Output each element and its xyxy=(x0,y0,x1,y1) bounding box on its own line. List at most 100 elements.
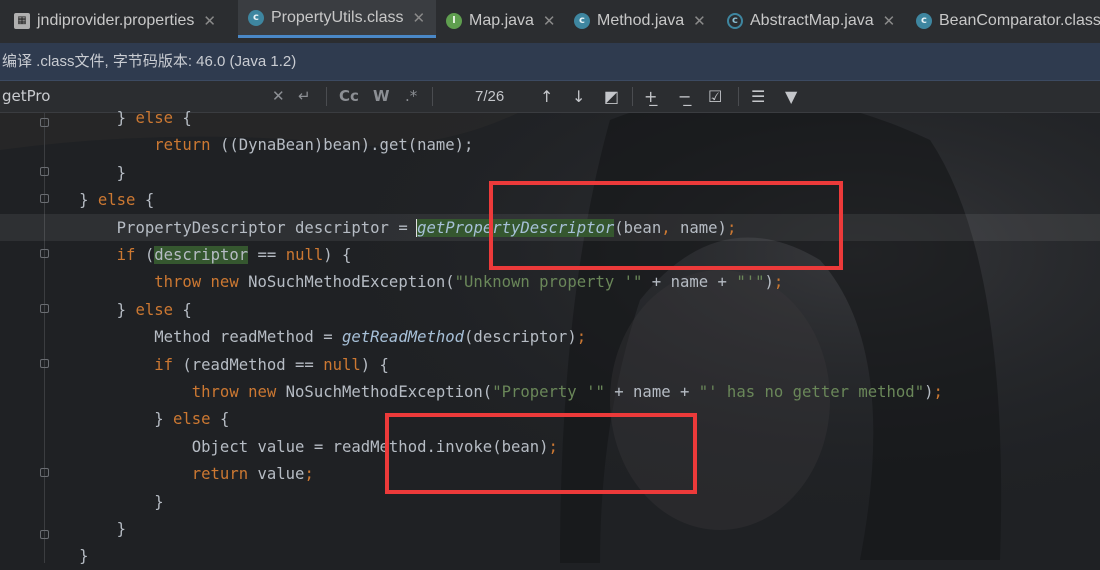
code-token: (readMethod == xyxy=(173,355,324,374)
select-all-occurrences-icon[interactable]: ◩ xyxy=(604,81,619,112)
code-token: null xyxy=(323,355,361,374)
tab-label: BeanComparator.class xyxy=(939,11,1100,29)
code-token: ; xyxy=(933,383,943,401)
code-token: else xyxy=(135,300,174,319)
code-line[interactable]: if (descriptor == null) { xyxy=(4,242,351,269)
tab-propertyutils-class[interactable]: c PropertyUtils.class ✕ xyxy=(238,0,436,38)
code-line[interactable]: } xyxy=(4,516,126,543)
tab-label: Map.java xyxy=(469,11,534,29)
code-token: else xyxy=(97,191,136,210)
match-case-toggle[interactable]: Cc xyxy=(339,81,359,112)
close-icon[interactable]: ✕ xyxy=(693,12,706,30)
code-token: value xyxy=(248,465,305,484)
tab-method-java[interactable]: c Method.java ✕ xyxy=(574,0,706,41)
code-token: } xyxy=(79,191,98,210)
class-file-icon: c xyxy=(574,12,590,29)
previous-occurrence-icon[interactable]: ↑ xyxy=(540,81,553,112)
code-line[interactable]: } else { xyxy=(4,297,192,324)
code-token: } xyxy=(116,520,127,538)
code-line[interactable]: } xyxy=(4,160,126,187)
class-file-icon: c xyxy=(916,12,932,29)
code-line[interactable]: return value; xyxy=(4,461,314,488)
close-icon[interactable]: ✕ xyxy=(543,12,556,30)
interface-icon: I xyxy=(446,12,462,29)
tab-label: jndiprovider.properties xyxy=(37,11,195,29)
tab-map-java[interactable]: I Map.java ✕ xyxy=(446,0,556,41)
decompiler-info-bar: 编译 .class文件, 字节码版本: 46.0 (Java 1.2) xyxy=(0,43,1100,81)
code-line[interactable]: throw new NoSuchMethodException("Unknown… xyxy=(4,269,783,296)
separator xyxy=(738,87,739,106)
tab-abstractmap-java[interactable]: c AbstractMap.java ✕ xyxy=(727,0,895,41)
match-counter: 7/26 xyxy=(475,88,505,105)
code-token: ) { xyxy=(360,355,389,374)
filter-icon[interactable]: ▼ xyxy=(785,81,797,112)
tab-label: PropertyUtils.class xyxy=(271,8,404,26)
code-token: return xyxy=(191,465,249,484)
close-icon[interactable]: ✕ xyxy=(883,12,896,30)
code-line[interactable]: } else { xyxy=(4,187,154,214)
code-token: getReadMethod xyxy=(341,328,465,347)
code-line[interactable]: Method readMethod = getReadMethod(descri… xyxy=(4,324,586,351)
code-token: { xyxy=(210,410,230,429)
code-line[interactable]: return ((DynaBean)bean).get(name); xyxy=(4,132,473,159)
regex-toggle[interactable]: .* xyxy=(405,81,417,112)
select-all-matches-icon[interactable]: ☑ xyxy=(708,81,722,112)
code-token: "Unknown property '" xyxy=(454,273,643,292)
code-line[interactable]: } else { xyxy=(4,105,192,132)
close-icon[interactable]: ✕ xyxy=(412,9,425,27)
separator xyxy=(326,87,327,106)
add-occurrence-icon[interactable]: +̲ xyxy=(644,81,657,112)
tab-jndiprovider-properties[interactable]: ▦ jndiprovider.properties ✕ xyxy=(14,0,216,41)
code-token: null xyxy=(285,246,324,264)
class-file-icon: c xyxy=(248,9,264,26)
code-line[interactable]: } else { xyxy=(4,406,229,433)
code-token: descriptor xyxy=(154,246,249,264)
editor-tab-bar: ▦ jndiprovider.properties ✕ c PropertyUt… xyxy=(0,0,1100,44)
annotation-box-invoke xyxy=(385,413,697,494)
code-token: else xyxy=(173,410,211,429)
code-token: NoSuchMethodException( xyxy=(276,383,493,401)
code-token: ((DynaBean)bean).get(name); xyxy=(210,136,474,155)
code-token: { xyxy=(173,109,192,127)
code-token: } xyxy=(116,109,136,127)
code-token: + name + xyxy=(604,383,699,401)
code-token: throw new xyxy=(191,383,277,401)
tab-beancomparator-class[interactable]: c BeanComparator.class xyxy=(916,0,1100,41)
separator xyxy=(632,87,633,106)
code-token: NoSuchMethodException( xyxy=(238,273,455,292)
code-token: } xyxy=(154,492,164,511)
code-editor[interactable]: } else { return ((DynaBean)bean).get(nam… xyxy=(0,109,1100,565)
new-line-icon[interactable]: ↵ xyxy=(298,81,311,112)
code-token: "Property '" xyxy=(492,383,605,401)
code-line[interactable]: throw new NoSuchMethodException("Propert… xyxy=(4,379,943,406)
properties-file-icon: ▦ xyxy=(14,12,30,29)
tab-label: Method.java xyxy=(597,11,685,29)
code-token: if xyxy=(116,246,136,264)
code-token: "'" xyxy=(736,273,765,292)
remove-occurrence-icon[interactable]: −̲ xyxy=(678,81,691,112)
code-token: ; xyxy=(773,273,784,292)
code-token: PropertyDescriptor descriptor = xyxy=(116,218,418,237)
next-occurrence-icon[interactable]: ↓ xyxy=(572,81,585,112)
code-line[interactable]: } xyxy=(4,543,88,570)
clear-search-icon[interactable]: ✕ xyxy=(272,81,285,112)
whole-words-toggle[interactable]: W xyxy=(373,81,390,112)
multiline-icon[interactable]: ☰ xyxy=(751,81,765,112)
code-line[interactable]: if (readMethod == null) { xyxy=(4,352,389,379)
code-line[interactable]: } xyxy=(4,489,164,516)
code-token: == xyxy=(248,246,286,264)
close-icon[interactable]: ✕ xyxy=(203,12,216,30)
